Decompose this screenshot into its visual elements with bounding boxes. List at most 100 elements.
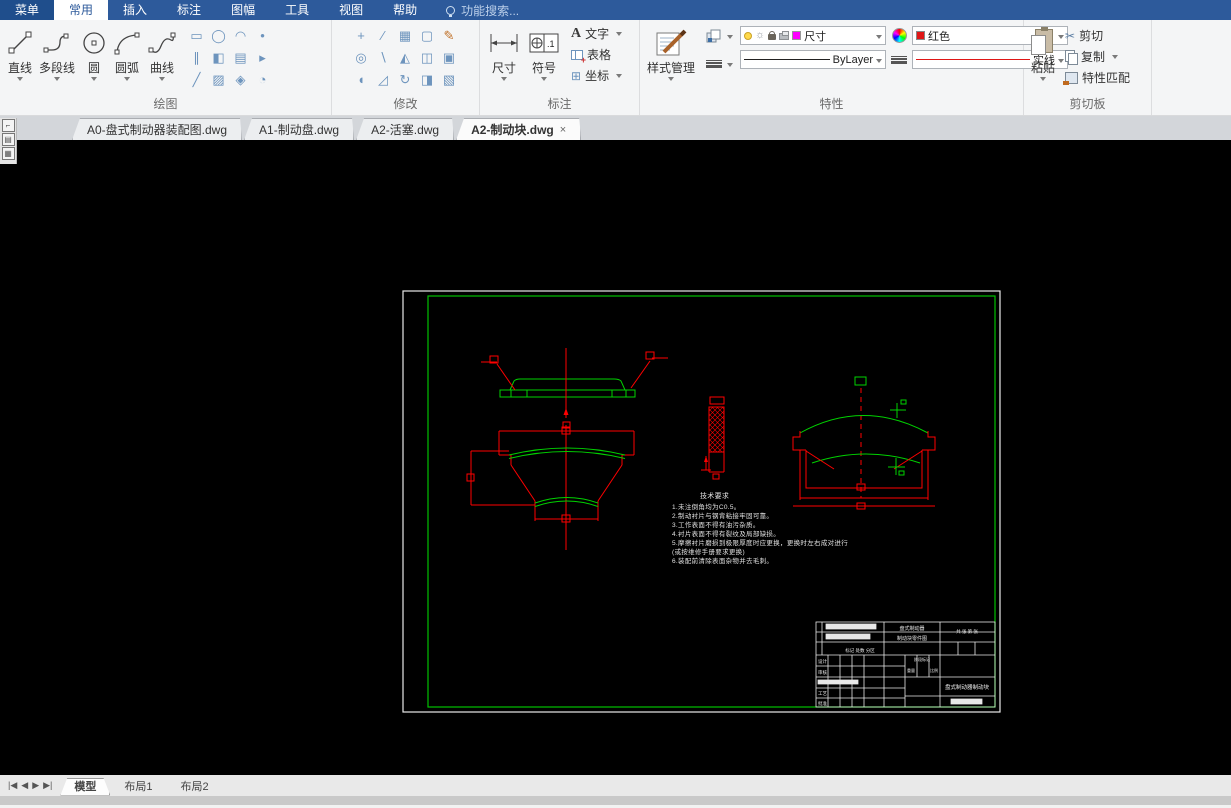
erase-icon[interactable]: ▧ [439, 69, 460, 90]
stretch-icon[interactable]: ▢ [417, 25, 438, 46]
dimension-button[interactable]: 尺寸 [484, 23, 524, 83]
mirror-icon[interactable]: ◭ [395, 47, 416, 68]
lineweight-combo[interactable]: ByLayer [740, 50, 887, 69]
circle-tool-button[interactable]: 圆 [78, 23, 110, 83]
dropdown-caret[interactable] [91, 77, 98, 81]
tab-model[interactable]: 模型 [60, 778, 110, 796]
menu-button[interactable]: 菜单 [0, 0, 55, 20]
dropdown-caret[interactable] [616, 73, 623, 78]
table-tool[interactable]: 表格 [568, 44, 625, 65]
line-settings-tool[interactable] [702, 55, 736, 73]
panel-clipboard: 粘贴 ✂ 剪切 复制 特性匹配 剪切板 [1024, 20, 1152, 115]
ellipse-icon[interactable]: ◯ [208, 25, 229, 46]
dropdown-caret[interactable] [727, 63, 734, 67]
vertical-toolbar: ⌐ ▤ ▦ [0, 118, 17, 164]
offset-icon[interactable]: ◖ [351, 69, 372, 90]
last-layout-icon[interactable]: ▶| [43, 780, 52, 791]
line-tool-button[interactable]: 直线 [4, 23, 36, 83]
array-icon[interactable]: ▦ [395, 25, 416, 46]
boundary-icon[interactable]: ◔ [252, 69, 273, 90]
layer-on-icon[interactable] [744, 31, 753, 40]
dropdown-caret[interactable] [54, 77, 60, 81]
style-manager-button[interactable]: 样式管理 [644, 23, 698, 83]
tool-palette-icon[interactable]: ⌐ [1, 119, 15, 132]
symbol-button[interactable]: .1 符号 [524, 23, 564, 83]
application-window: 菜单 常用 插入 标注 图幅 工具 视图 帮助 功能搜索... 直线 多段线 圆… [0, 0, 1231, 808]
tab-layout1[interactable]: 布局1 [110, 778, 166, 796]
dropdown-caret[interactable] [876, 58, 883, 63]
layer-combo[interactable]: ☼ 尺寸 [740, 26, 887, 45]
ribbon-tab-home[interactable]: 常用 [54, 0, 109, 20]
revcloud-icon[interactable]: ◠ [230, 25, 251, 46]
layer-plot-icon[interactable] [779, 31, 790, 40]
arc-tool-button[interactable]: 圆弧 [110, 23, 144, 83]
rotate-icon[interactable]: ↻ [395, 69, 416, 90]
close-tab-icon[interactable]: × [560, 124, 566, 136]
dropdown-caret[interactable] [1112, 54, 1119, 59]
wipeout-icon[interactable]: ▤ [230, 47, 251, 68]
coordinate-tool[interactable]: ⊞ 坐标 [568, 65, 625, 86]
dropdown-caret[interactable] [727, 35, 734, 39]
hatch-icon[interactable]: ▨ [208, 69, 229, 90]
prev-layout-icon[interactable]: ◀ [21, 780, 28, 791]
props-panel-icon[interactable]: ▦ [1, 147, 15, 160]
copy-button[interactable]: 复制 [1062, 46, 1133, 67]
lineweight-icon[interactable] [890, 51, 908, 69]
panel-properties: 样式管理 ☼ 尺寸 红色 ByLayer 实线 特性 [640, 20, 1069, 115]
mline-icon[interactable]: ∥ [186, 47, 207, 68]
layer-translate-tool[interactable] [702, 27, 736, 45]
layer-freeze-icon[interactable]: ☼ [755, 30, 765, 41]
layer-panel-icon[interactable]: ▤ [1, 133, 15, 146]
explode-icon[interactable]: ◨ [417, 69, 438, 90]
point-icon[interactable]: • [252, 25, 273, 46]
paste-button[interactable]: 粘贴 [1028, 23, 1058, 83]
ribbon-tab-help[interactable]: 帮助 [378, 0, 432, 20]
title-block-designer-label: 设计 [818, 658, 827, 665]
ribbon-tab-tools[interactable]: 工具 [270, 0, 324, 20]
file-tab-a2-piston[interactable]: A2-活塞.dwg [356, 118, 454, 140]
title-block: 盘式制动器 制动块零件图 共 张 第 张 标记 处数 分区 设计 审核 工艺 批… [815, 621, 996, 708]
tab-layout2[interactable]: 布局2 [167, 778, 223, 796]
layer-lock-icon[interactable] [768, 31, 777, 40]
gradient-icon[interactable]: ▸ [252, 47, 273, 68]
dropdown-caret[interactable] [1040, 77, 1046, 81]
dropdown-caret[interactable] [501, 77, 507, 81]
chamfer-icon[interactable]: ◿ [373, 69, 394, 90]
file-tab-a1[interactable]: A1-制动盘.dwg [244, 118, 354, 140]
dropdown-caret[interactable] [876, 34, 883, 39]
ribbon-tab-view[interactable]: 视图 [324, 0, 378, 20]
dropdown-caret[interactable] [124, 77, 131, 81]
polyline-tool-button[interactable]: 多段线 [36, 23, 78, 83]
next-layout-icon[interactable]: ▶ [32, 780, 39, 791]
dropdown-caret[interactable] [159, 77, 166, 81]
ribbon-tab-annotate[interactable]: 标注 [162, 0, 216, 20]
file-tab-a2-brakepad[interactable]: A2-制动块.dwg × [456, 118, 581, 140]
extend-icon[interactable]: ∖ [373, 47, 394, 68]
ribbon-tab-insert[interactable]: 插入 [108, 0, 162, 20]
function-search[interactable]: 功能搜索... [446, 0, 519, 20]
overlap-icon[interactable]: ◫ [417, 47, 438, 68]
layer-name: 尺寸 [804, 30, 827, 43]
dropdown-caret[interactable] [541, 77, 547, 81]
dropdown-caret[interactable] [616, 31, 623, 36]
drawing-canvas[interactable]: ⌐ ▤ ▦ 盘式制动器 制动块零件图 共 张 第 张 标记 处数 分区 设计 审… [0, 118, 1231, 775]
dropdown-caret[interactable] [17, 77, 23, 81]
edit-icon[interactable]: ✎ [439, 25, 460, 46]
region-icon[interactable]: ◧ [208, 47, 229, 68]
dropdown-caret[interactable] [668, 77, 674, 81]
move-icon[interactable]: + [351, 25, 372, 46]
spline-tool-button[interactable]: 曲线 [144, 23, 180, 83]
color-wheel-icon[interactable] [890, 27, 908, 45]
ray-icon[interactable]: ╱ [186, 69, 207, 90]
ribbon-tab-sheet[interactable]: 图幅 [216, 0, 270, 20]
text-tool[interactable]: A 文字 [568, 23, 625, 44]
block-icon[interactable]: ◈ [230, 69, 251, 90]
rectangle-icon[interactable]: ▭ [186, 25, 207, 46]
match-properties-button[interactable]: 特性匹配 [1062, 67, 1133, 88]
copy-entity-icon[interactable]: ◎ [351, 47, 372, 68]
file-tab-a0[interactable]: A0-盘式制动器装配图.dwg [72, 118, 242, 140]
cut-button[interactable]: ✂ 剪切 [1062, 25, 1133, 46]
trim-icon[interactable]: ∕ [373, 25, 394, 46]
scale-icon[interactable]: ▣ [439, 47, 460, 68]
first-layout-icon[interactable]: |◀ [8, 780, 17, 791]
